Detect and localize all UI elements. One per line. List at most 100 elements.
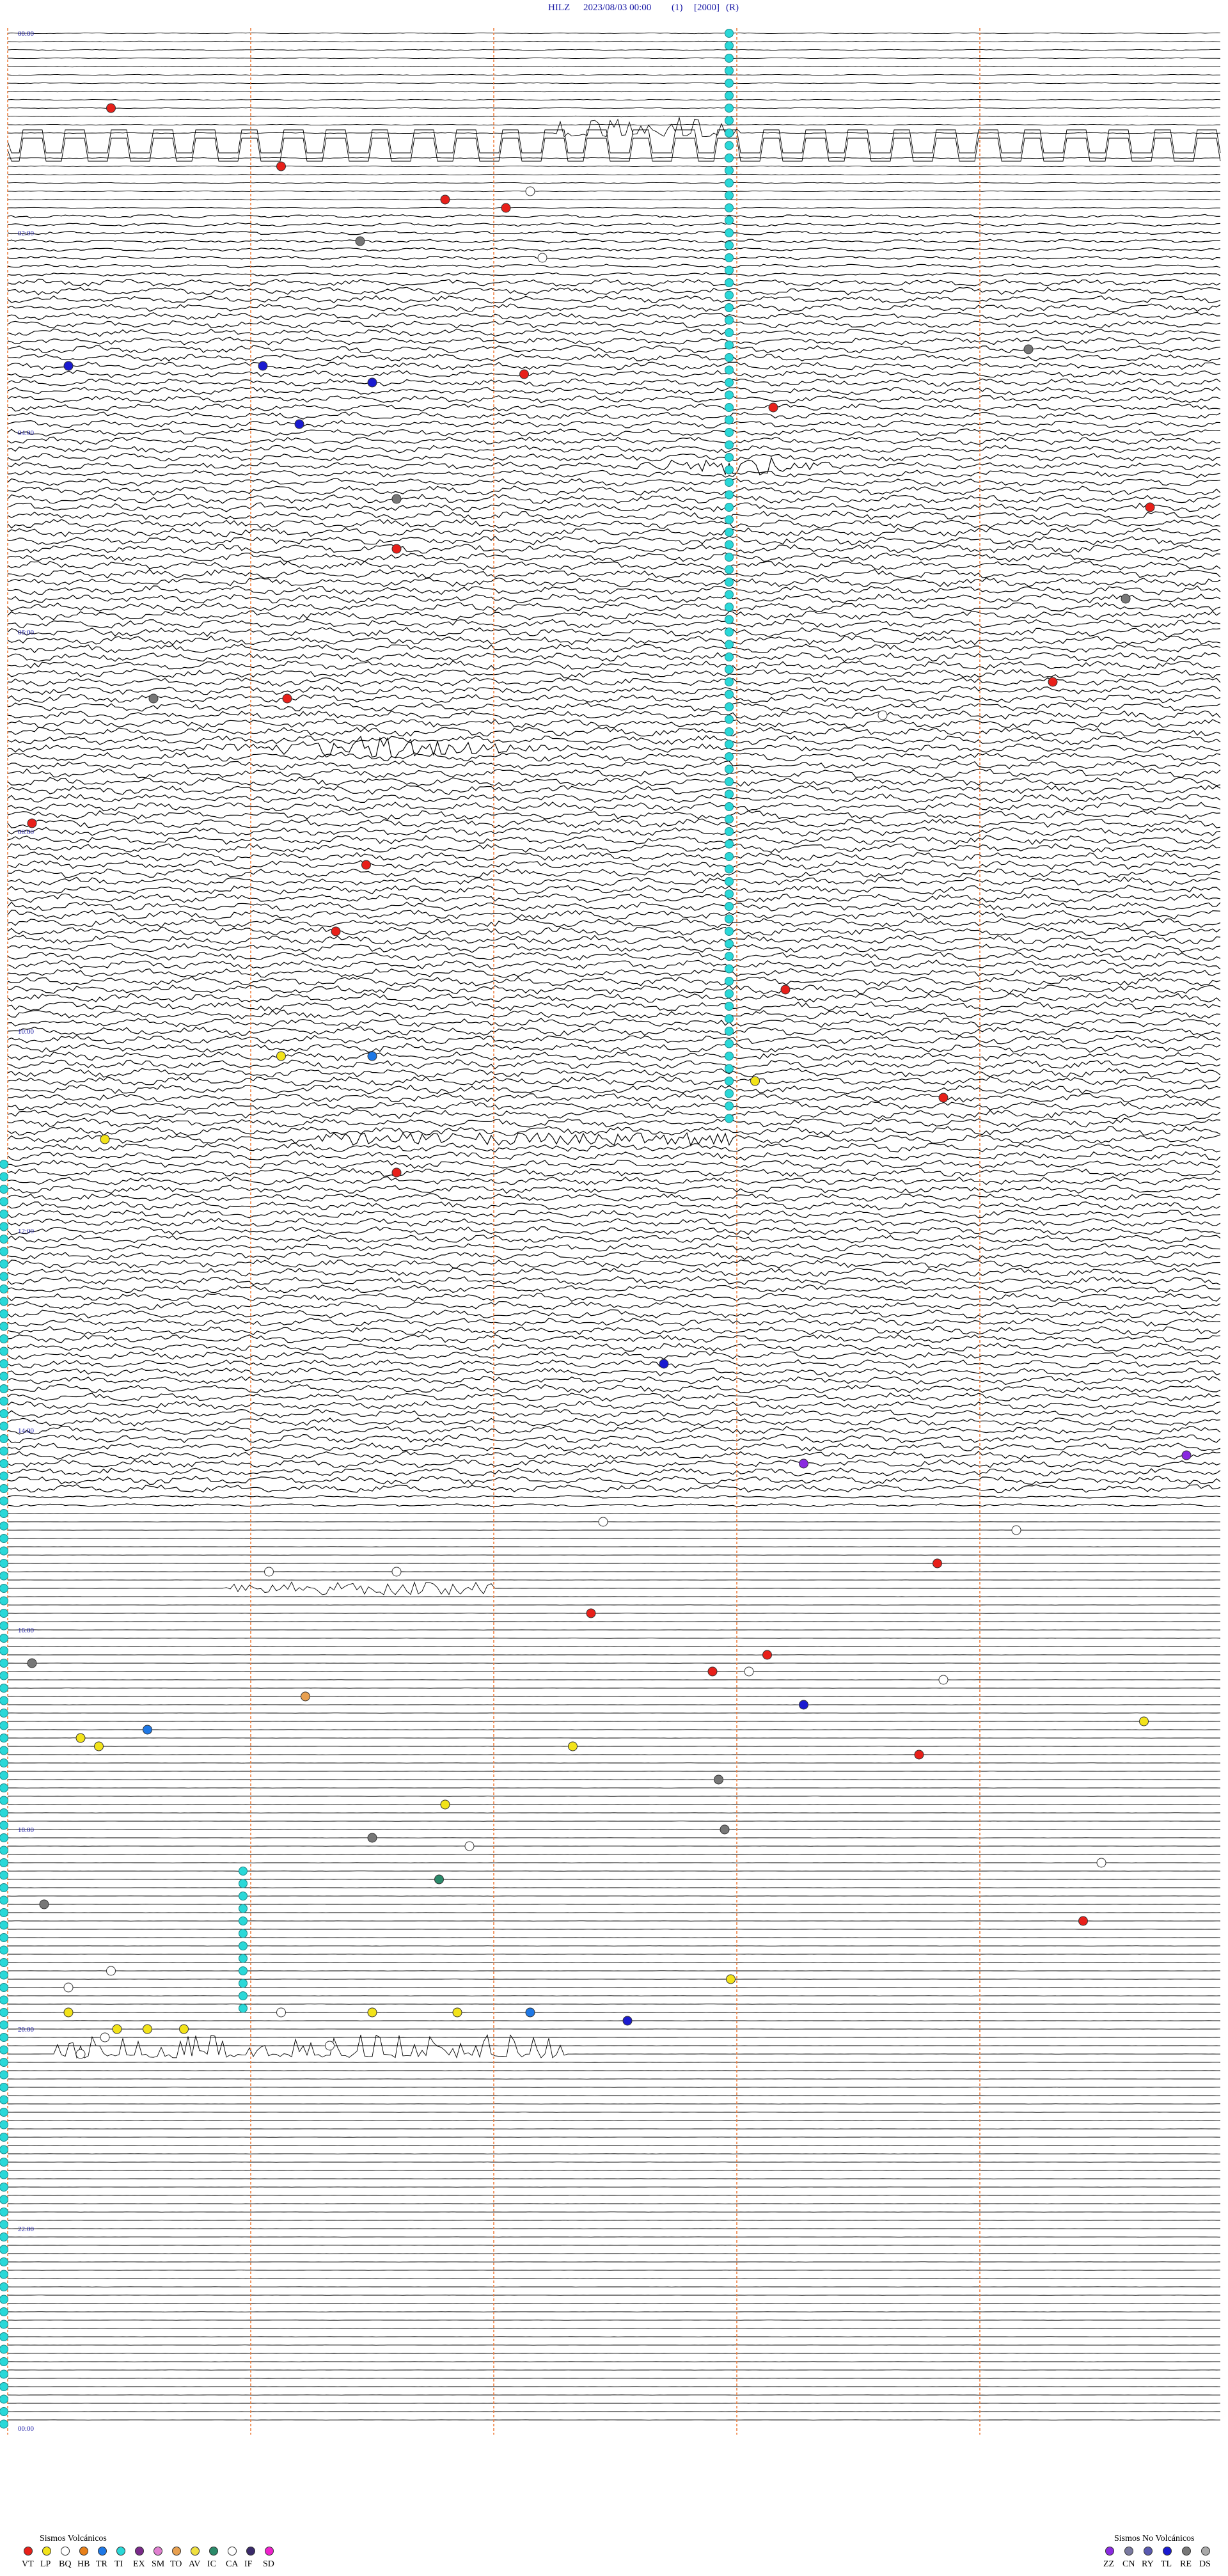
event-marker-ti xyxy=(725,390,734,400)
event-marker-vt xyxy=(1048,677,1058,687)
event-marker-ti xyxy=(725,652,734,661)
event-marker-tl xyxy=(659,1359,669,1369)
trace-row xyxy=(7,1176,1221,1186)
event-marker-ti xyxy=(725,902,734,911)
trace-row xyxy=(7,752,1221,762)
event-marker-ti xyxy=(725,253,734,262)
trace-row xyxy=(7,239,1221,244)
seismic-traces xyxy=(7,32,1221,2421)
event-marker-vt xyxy=(391,544,402,554)
event-marker-ti xyxy=(0,1571,8,1581)
trace-row xyxy=(7,652,1221,662)
event-marker-ti xyxy=(0,2245,8,2254)
legend-code: RE xyxy=(1180,2559,1192,2569)
trace-row xyxy=(7,1018,1221,1028)
legend-volcanic: Sismos Volcánicos VT LP BQ HB TR TI EX SM TO AV IC… xyxy=(22,2534,274,2569)
event-marker-lp xyxy=(1139,1716,1149,1727)
event-marker-ti xyxy=(725,378,734,387)
event-marker-ca xyxy=(1011,1525,1021,1535)
trace-row xyxy=(7,214,1221,219)
event-marker-zz xyxy=(1181,1450,1192,1460)
event-marker-ti xyxy=(725,91,734,100)
legend-swatch xyxy=(154,2547,162,2556)
event-marker-ti xyxy=(725,839,734,849)
event-marker-ti xyxy=(0,2382,8,2391)
event-marker-vt xyxy=(586,1608,596,1618)
event-marker-ti xyxy=(0,1920,8,1930)
event-marker-ti xyxy=(0,1596,8,1606)
event-marker-ti xyxy=(0,1671,8,1680)
legend-swatch xyxy=(116,2547,125,2556)
trace-row xyxy=(7,1151,1221,1161)
event-marker-ti xyxy=(0,1322,8,1331)
trace-row xyxy=(7,635,1221,645)
event-marker-ti xyxy=(725,1114,734,1123)
event-marker-ti xyxy=(725,203,734,212)
event-marker-ti xyxy=(725,178,734,187)
trace-row xyxy=(7,901,1221,912)
event-marker-vt xyxy=(501,203,511,213)
trace-row xyxy=(7,644,1221,654)
event-marker-ti xyxy=(0,2170,8,2179)
trace-row xyxy=(7,1076,1221,1086)
legend-swatch xyxy=(1124,2547,1133,2556)
trace-row xyxy=(7,74,1220,76)
legend-swatch xyxy=(24,2547,33,2556)
trace-row xyxy=(7,230,1221,235)
event-marker-ti xyxy=(725,1052,734,1061)
trace-row xyxy=(7,768,1221,778)
trace-row xyxy=(7,1001,1221,1011)
trace-row xyxy=(7,610,1221,620)
event-marker-ti xyxy=(725,715,734,724)
trace-row xyxy=(7,777,1221,787)
event-marker-ti xyxy=(0,1783,8,1792)
legend-swatch xyxy=(61,2547,70,2556)
event-marker-ti xyxy=(725,640,734,649)
trace-row xyxy=(7,1184,1221,1194)
trace-row xyxy=(7,182,1221,184)
trace-row xyxy=(7,802,1221,812)
event-marker-tl xyxy=(63,361,74,371)
trace-row xyxy=(7,502,1221,512)
trace-row xyxy=(7,527,1221,537)
event-marker-ti xyxy=(0,2232,8,2241)
event-marker-ti xyxy=(0,2095,8,2105)
trace-row xyxy=(7,735,1221,745)
event-marker-ti xyxy=(0,1734,8,1742)
event-marker-re xyxy=(355,236,365,246)
event-marker-ti xyxy=(725,752,734,761)
trace-row xyxy=(7,107,1220,109)
event-marker-ti xyxy=(725,403,734,412)
event-marker-zz xyxy=(799,1458,808,1469)
legend-swatch xyxy=(191,2547,200,2556)
event-marker-ti xyxy=(0,1359,8,1368)
event-marker-tl xyxy=(622,2016,633,2026)
trace-row xyxy=(7,370,1221,379)
trace-row xyxy=(7,943,1221,953)
event-marker-lp xyxy=(367,2007,377,2018)
trace-row xyxy=(7,157,1220,159)
trace-row xyxy=(7,818,1221,828)
event-marker-vt xyxy=(1145,502,1155,512)
legend-code: TI xyxy=(114,2559,123,2569)
trace-row xyxy=(8,403,1221,412)
helicorder-chart: HILZ 2023/08/03 00:00 (1) [2000] (R) 00:… xyxy=(0,3,1221,2569)
event-marker-ti xyxy=(0,2419,8,2429)
event-marker-ti xyxy=(725,116,734,125)
trace-row xyxy=(7,851,1221,862)
event-marker-ti xyxy=(0,1584,8,1593)
event-marker-vt xyxy=(391,1167,402,1178)
event-marker-re xyxy=(1121,594,1131,604)
trace-row xyxy=(7,1009,1221,1020)
trace-row xyxy=(7,702,1221,712)
trace-row xyxy=(7,968,1221,978)
event-marker-ti xyxy=(725,1064,734,1073)
trace-row xyxy=(7,1409,1221,1419)
event-marker-vt xyxy=(27,818,37,828)
event-marker-lp xyxy=(440,1799,450,1810)
trace-row xyxy=(7,585,1221,596)
event-marker-ti xyxy=(239,2003,248,2013)
event-marker-ti xyxy=(0,1970,8,1980)
trace-row xyxy=(7,456,1221,476)
event-marker-ti xyxy=(0,1409,8,1418)
